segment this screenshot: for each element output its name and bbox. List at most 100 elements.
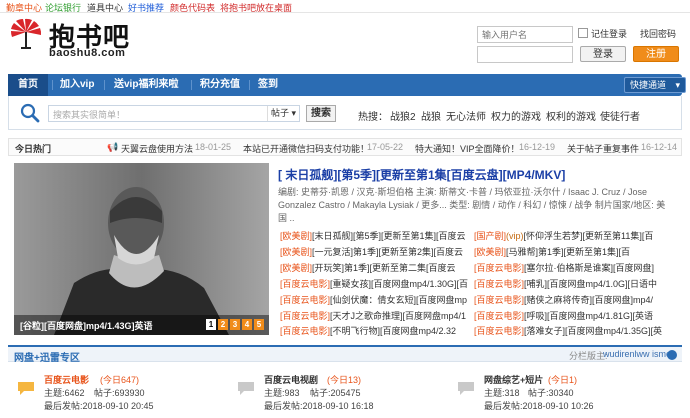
forum-board-themes: 主题:6462	[44, 388, 85, 398]
thread-link[interactable]: [百度云电影][天才J之歌命推理][百度网盘mp4/1	[280, 309, 468, 322]
hot-term[interactable]: 权利的游戏	[546, 108, 596, 123]
forum-board-name[interactable]: 百度云电视剧	[264, 373, 318, 386]
thread-tag: [百度云电影]	[474, 263, 525, 273]
thread-link[interactable]: [欧美剧][马雅帮]第1季][更新至第1集][百	[474, 245, 674, 258]
nav-vip-welfare[interactable]: 送vip福利来啦	[114, 74, 178, 96]
login-button[interactable]: 登录	[580, 46, 626, 62]
hot-term[interactable]: 无心法师	[446, 108, 486, 123]
moderator-label: 分栏版主:	[569, 351, 608, 361]
pager-3[interactable]: 3	[230, 319, 240, 330]
register-button[interactable]: 注册	[633, 46, 679, 62]
thread-link[interactable]: [百度云电影][呼吸][百度网盘mp4/1.81G][英语	[474, 309, 674, 322]
thread-link[interactable]: [国产剧](vip)[怀仰浮生若梦][更新至第11集][百	[474, 229, 674, 242]
thread-tag: [百度云电影]	[474, 311, 525, 321]
thread-tag: [百度云电影]	[280, 279, 331, 289]
forum-board-today: (今日13)	[327, 375, 362, 385]
pager-5[interactable]: 5	[254, 319, 264, 330]
search-icon	[20, 103, 40, 126]
thread-title: [哺乳][百度网盘mp4/1.0G][日语中	[524, 279, 658, 289]
link-medal-center[interactable]: 勤章中心	[6, 1, 42, 14]
today-hot-item[interactable]: 特大通知！VIP全面降价！	[415, 142, 520, 155]
collapse-icon[interactable]	[667, 350, 677, 360]
logo-icon[interactable]	[10, 18, 42, 50]
forum-board-today: (今日647)	[100, 375, 140, 385]
thread-link[interactable]: [欧美剧][末日孤舰][第5季][更新至第1集][百度云	[280, 229, 468, 242]
thread-title: [一元复活]第1季][更新至第2集][百度云	[312, 247, 464, 257]
password-input[interactable]	[477, 46, 573, 63]
username-input[interactable]	[477, 26, 573, 43]
featured-title[interactable]: [ 末日孤舰][第5季][更新至第1集[百度云盘][MP4/MKV]	[278, 166, 565, 183]
link-book-recommend[interactable]: 好书推荐	[128, 1, 164, 14]
featured-image-caption[interactable]: [谷粒][百度网盘]mp4/1.43G]英语	[20, 319, 153, 332]
forum-board-themes: 主题:983	[264, 388, 300, 398]
thread-link[interactable]: [百度云电影][赌侠之麻将传奇][百度网盘]mp4/	[474, 293, 674, 306]
forum-section-header: 网盘+迅雷专区 分栏版主: wudirenlww isme	[8, 345, 682, 364]
thread-link[interactable]: [百度云电影][落难女子][百度网盘mp4/1.35G][英	[474, 324, 674, 337]
thread-tag: [百度云电影]	[280, 326, 331, 336]
quick-channel-label: 快捷通道	[630, 80, 667, 90]
vip-badge: (vip)	[506, 231, 524, 241]
nav-checkin[interactable]: 签到	[258, 74, 278, 96]
thread-link[interactable]: [百度云电影][重疑女孩][百度网盘mp4/1.30G][百	[280, 277, 468, 290]
search-scope-value: 帖子	[271, 108, 290, 118]
forum-board-name[interactable]: 百度云电影	[44, 373, 89, 386]
thread-link[interactable]: [百度云电影][哺乳][百度网盘mp4/1.0G][日语中	[474, 277, 674, 290]
thread-link[interactable]: [百度云电影][仙剑伏魔：倩女玄短][百度网盘mp	[280, 293, 468, 306]
nav-home[interactable]: 首页	[8, 74, 48, 96]
link-color-codes[interactable]: 颜色代码表	[170, 1, 215, 14]
forum-board-posts: 帖子:30340	[528, 388, 574, 398]
remember-checkbox[interactable]	[578, 28, 588, 38]
thread-title: [呼吸][百度网盘mp4/1.81G][英语	[524, 311, 654, 321]
find-password-link[interactable]: 找回密码	[640, 27, 676, 40]
today-hot-item[interactable]: 本站已开通微信扫码支付功能！	[243, 142, 369, 155]
thread-title: [马雅帮]第1季][更新至第1集][百	[506, 247, 631, 257]
nav-join-vip[interactable]: 加入vip	[60, 74, 94, 96]
hot-term[interactable]: 权力的游戏	[491, 108, 541, 123]
search-button[interactable]: 搜索	[306, 105, 336, 122]
forum-board-last[interactable]: 最后发帖:2018-09-10 20:45	[44, 399, 154, 412]
forum-new-icon	[16, 380, 36, 396]
link-forum-bank[interactable]: 论坛银行	[45, 1, 81, 14]
thread-title: [不明飞行物][百度网盘mp4/2.32	[330, 326, 457, 336]
link-add-to-desktop[interactable]: 将抱书吧放在桌面	[220, 1, 292, 14]
search-placeholder: 搜索其实很简单！	[53, 110, 126, 120]
featured-image[interactable]	[14, 163, 269, 335]
today-hot-item[interactable]: 关于帖子重复事件	[567, 142, 639, 155]
featured-description: 编剧: 史蒂芬·凯恩 / 汉克·斯坦伯格 主演: 斯蒂文·卡普 / 玛侬亚拉·沃…	[278, 187, 666, 223]
nav-separator	[52, 80, 53, 90]
hot-search-label: 热搜：	[358, 112, 388, 123]
pager-4[interactable]: 4	[242, 319, 252, 330]
hot-term[interactable]: 战狼2	[390, 108, 416, 123]
search-scope-select[interactable]: 帖子 ▾	[267, 106, 299, 121]
forum-board-name[interactable]: 网盘综艺+短片	[484, 373, 543, 386]
quick-channel-dropdown[interactable]: 快捷通道 ▾	[624, 77, 686, 93]
today-hot-label: 今日热门	[15, 144, 52, 154]
today-hot-date: 16-12-19	[519, 142, 556, 152]
thread-title: [末日孤舰][第5季][更新至第1集][百度云	[312, 231, 466, 241]
forum-board-last[interactable]: 最后发帖:2018-09-10 10:26	[484, 399, 594, 412]
nav-separator	[249, 80, 250, 90]
hot-term[interactable]: 使徒行者	[600, 108, 640, 123]
thread-title: [仙剑伏魔：倩女玄短][百度网盘mp	[330, 295, 468, 305]
thread-tag: [百度云电影]	[280, 295, 331, 305]
search-input[interactable]: 搜索其实很简单！ 帖子 ▾	[48, 105, 300, 122]
link-item-center[interactable]: 道具中心	[87, 1, 123, 14]
thread-link[interactable]: [百度云电影][塞尔拉·伯格斯是谁案][百度网盘]	[474, 261, 674, 274]
nav-points-recharge[interactable]: 积分充值	[200, 74, 240, 96]
thread-link[interactable]: [百度云电影][不明飞行物][百度网盘mp4/2.32	[280, 324, 468, 337]
thread-link[interactable]: [欧美剧][一元复活]第1季][更新至第2集][百度云	[280, 245, 468, 258]
hot-term[interactable]: 战狼	[421, 108, 441, 123]
pager-2[interactable]: 2	[218, 319, 228, 330]
forum-board-last[interactable]: 最后发帖:2018-09-10 16:18	[264, 399, 374, 412]
thread-title: [重疑女孩][百度网盘mp4/1.30G][百	[330, 279, 468, 289]
today-hot-item[interactable]: 天翼云盘使用方法	[121, 142, 193, 155]
thread-link[interactable]: [欧美剧][开玩笑]第1季][更新至第二集[百度云	[280, 261, 468, 274]
thread-title: [开玩笑]第1季][更新至第二集[百度云	[312, 263, 456, 273]
logo-domain: baoshu8.com	[49, 47, 126, 59]
pager-1[interactable]: 1	[206, 319, 216, 330]
forum-section-title[interactable]: 网盘+迅雷专区	[14, 349, 80, 364]
forum-board-themes: 主题:318	[484, 388, 520, 398]
thread-title: [落难女子][百度网盘mp4/1.35G][英	[524, 326, 663, 336]
moderator-names[interactable]: wudirenlww isme	[603, 349, 671, 359]
thread-tag: [百度云电影]	[474, 279, 525, 289]
